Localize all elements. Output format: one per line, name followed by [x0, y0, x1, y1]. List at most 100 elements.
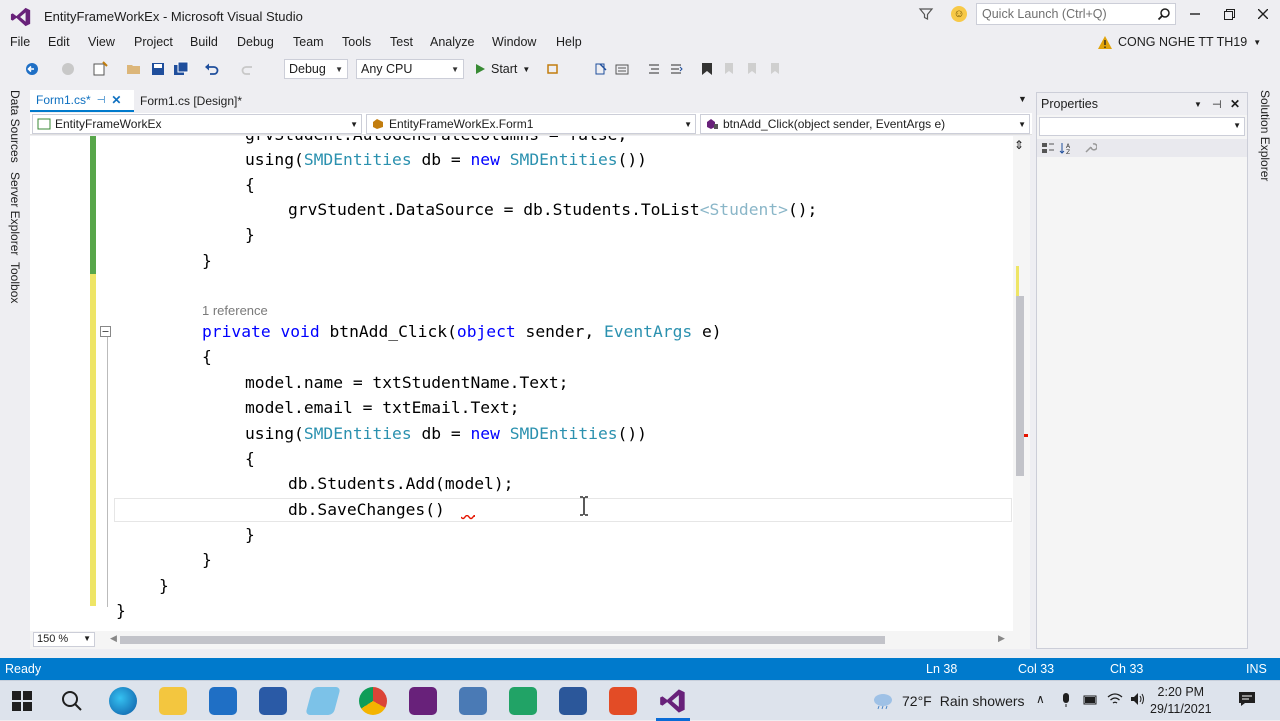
menu-window[interactable]: Window [492, 35, 536, 49]
microphone-icon[interactable] [1060, 692, 1072, 708]
feedback-filter-icon[interactable] [918, 6, 934, 22]
open-file-icon[interactable] [126, 61, 142, 77]
file-explorer-icon[interactable] [159, 687, 187, 715]
menu-project[interactable]: Project [134, 35, 173, 49]
close-panel-icon[interactable]: ✕ [1230, 97, 1240, 111]
battery-icon[interactable] [1083, 694, 1099, 706]
remote-desktop-icon[interactable] [259, 687, 287, 715]
pin-icon[interactable]: ⊣ [97, 95, 106, 106]
step-over-icon[interactable] [614, 61, 630, 77]
recorder-icon[interactable] [609, 687, 637, 715]
redo-icon[interactable] [240, 61, 256, 77]
scroll-right-icon[interactable]: ▶ [998, 633, 1005, 644]
scroll-left-icon[interactable]: ◀ [110, 633, 117, 644]
code-line-brace: } [245, 225, 255, 244]
close-window-button[interactable] [1246, 2, 1280, 26]
word-icon[interactable] [559, 687, 587, 715]
chrome-icon[interactable] [359, 687, 387, 715]
code-editor[interactable]: grvStudent.AutoGenerateColumns = false; … [30, 136, 1013, 631]
prev-bookmark-icon[interactable] [722, 61, 738, 77]
restore-button[interactable] [1212, 2, 1246, 26]
code-line-brace: } [202, 550, 212, 569]
edge-browser-icon[interactable] [109, 687, 137, 715]
properties-object-select[interactable]: ▼ [1039, 117, 1245, 136]
chevron-down-icon[interactable]: ▼ [522, 65, 530, 74]
start-debugging-button[interactable]: Start ▼ [474, 58, 530, 80]
undo-icon[interactable] [204, 61, 220, 77]
tab-overflow-chevron-icon[interactable]: ▼ [1018, 94, 1027, 104]
code-token: ()) [617, 424, 647, 443]
close-tab-icon[interactable]: ✕ [111, 93, 121, 107]
vertical-scrollbar[interactable]: ⇕ [1013, 136, 1030, 631]
scrollbar-thumb[interactable] [1016, 296, 1024, 476]
quick-launch-input[interactable]: Quick Launch (Ctrl+Q) [976, 3, 1176, 25]
comment-out-icon[interactable] [646, 61, 662, 77]
alphabetical-icon[interactable]: AZ [1059, 141, 1073, 155]
toolbox-tab[interactable]: Toolbox [8, 262, 22, 303]
data-sources-tab[interactable]: Data Sources [8, 90, 22, 163]
horizontal-scrollbar-thumb[interactable] [120, 636, 885, 644]
solution-platform-select[interactable]: Any CPU ▼ [356, 59, 464, 79]
bookmark-icon[interactable] [699, 61, 715, 77]
account-badge[interactable]: CONG NGHE TT TH19 ▼ [1098, 35, 1261, 49]
menu-file[interactable]: File [10, 35, 30, 49]
account-dropdown-icon[interactable]: ▼ [1253, 38, 1261, 47]
navigate-forward-icon[interactable] [60, 61, 76, 77]
categorized-icon[interactable] [1041, 141, 1055, 155]
windows-start-icon[interactable] [10, 689, 34, 713]
visual-studio-taskbar-icon[interactable] [659, 687, 687, 715]
tab-form1-cs[interactable]: Form1.cs* ⊣ ✕ [30, 90, 134, 112]
volume-icon[interactable] [1130, 692, 1146, 706]
menu-help[interactable]: Help [556, 35, 582, 49]
server-explorer-tab[interactable]: Server Explorer [8, 172, 22, 255]
send-feedback-smile-icon[interactable]: ☺ [951, 6, 967, 22]
save-icon[interactable] [150, 61, 166, 77]
control-panel-icon[interactable] [459, 687, 487, 715]
menu-view[interactable]: View [88, 35, 115, 49]
menu-build[interactable]: Build [190, 35, 218, 49]
system-clock[interactable]: 2:20 PM 29/11/2021 [1150, 684, 1212, 718]
menu-edit[interactable]: Edit [48, 35, 70, 49]
wifi-icon[interactable] [1107, 692, 1123, 706]
horizontal-scrollbar[interactable]: 150 % ▼ ◀ ▶ [30, 631, 1030, 649]
uncomment-icon[interactable] [668, 61, 684, 77]
zoom-level-select[interactable]: 150 % ▼ [33, 632, 95, 647]
show-hidden-icons-chevron-icon[interactable]: ∧ [1036, 692, 1045, 706]
visual-studio-logo-icon [10, 7, 31, 27]
panel-menu-chevron-icon[interactable]: ▼ [1194, 100, 1202, 109]
project-dropdown[interactable]: EntityFrameWorkEx ▼ [32, 114, 362, 134]
menu-debug[interactable]: Debug [237, 35, 274, 49]
browser-link-icon[interactable] [546, 61, 562, 77]
clear-bookmarks-icon[interactable] [768, 61, 784, 77]
pin-icon[interactable]: ⊣ [1212, 98, 1222, 111]
next-bookmark-icon[interactable] [745, 61, 761, 77]
code-line-brace: { [245, 449, 255, 468]
save-all-icon[interactable] [173, 61, 189, 77]
menu-team[interactable]: Team [293, 35, 324, 49]
navigate-back-icon[interactable] [24, 61, 40, 77]
menu-tools[interactable]: Tools [342, 35, 371, 49]
minimize-button[interactable] [1178, 2, 1212, 26]
collapse-outline-icon[interactable] [100, 326, 111, 337]
new-project-icon[interactable] [92, 61, 108, 77]
step-into-icon[interactable] [594, 61, 610, 77]
camtasia-icon[interactable] [509, 687, 537, 715]
property-pages-wrench-icon[interactable] [1083, 141, 1097, 155]
tab-form1-design[interactable]: Form1.cs [Design]* [134, 90, 272, 112]
type-dropdown[interactable]: EntityFrameWorkEx.Form1 ▼ [366, 114, 696, 134]
solution-explorer-tab[interactable]: Solution Explorer [1258, 90, 1272, 181]
weather-widget[interactable]: 72°F Rain showers [872, 692, 1025, 710]
paint-icon[interactable] [305, 687, 341, 715]
store-icon[interactable] [209, 687, 237, 715]
search-icon[interactable] [60, 689, 84, 713]
member-dropdown[interactable]: btnAdd_Click(object sender, EventArgs e)… [700, 114, 1030, 134]
visual-studio-blend-icon[interactable] [409, 687, 437, 715]
search-icon[interactable] [1153, 4, 1175, 24]
menu-analyze[interactable]: Analyze [430, 35, 474, 49]
notifications-icon[interactable] [1238, 691, 1256, 707]
code-token: grvStudent.DataSource = db.Students.ToLi… [288, 200, 700, 219]
chevron-down-icon: ▼ [350, 119, 358, 129]
menu-test[interactable]: Test [390, 35, 413, 49]
solution-configuration-select[interactable]: Debug ▼ [284, 59, 348, 79]
